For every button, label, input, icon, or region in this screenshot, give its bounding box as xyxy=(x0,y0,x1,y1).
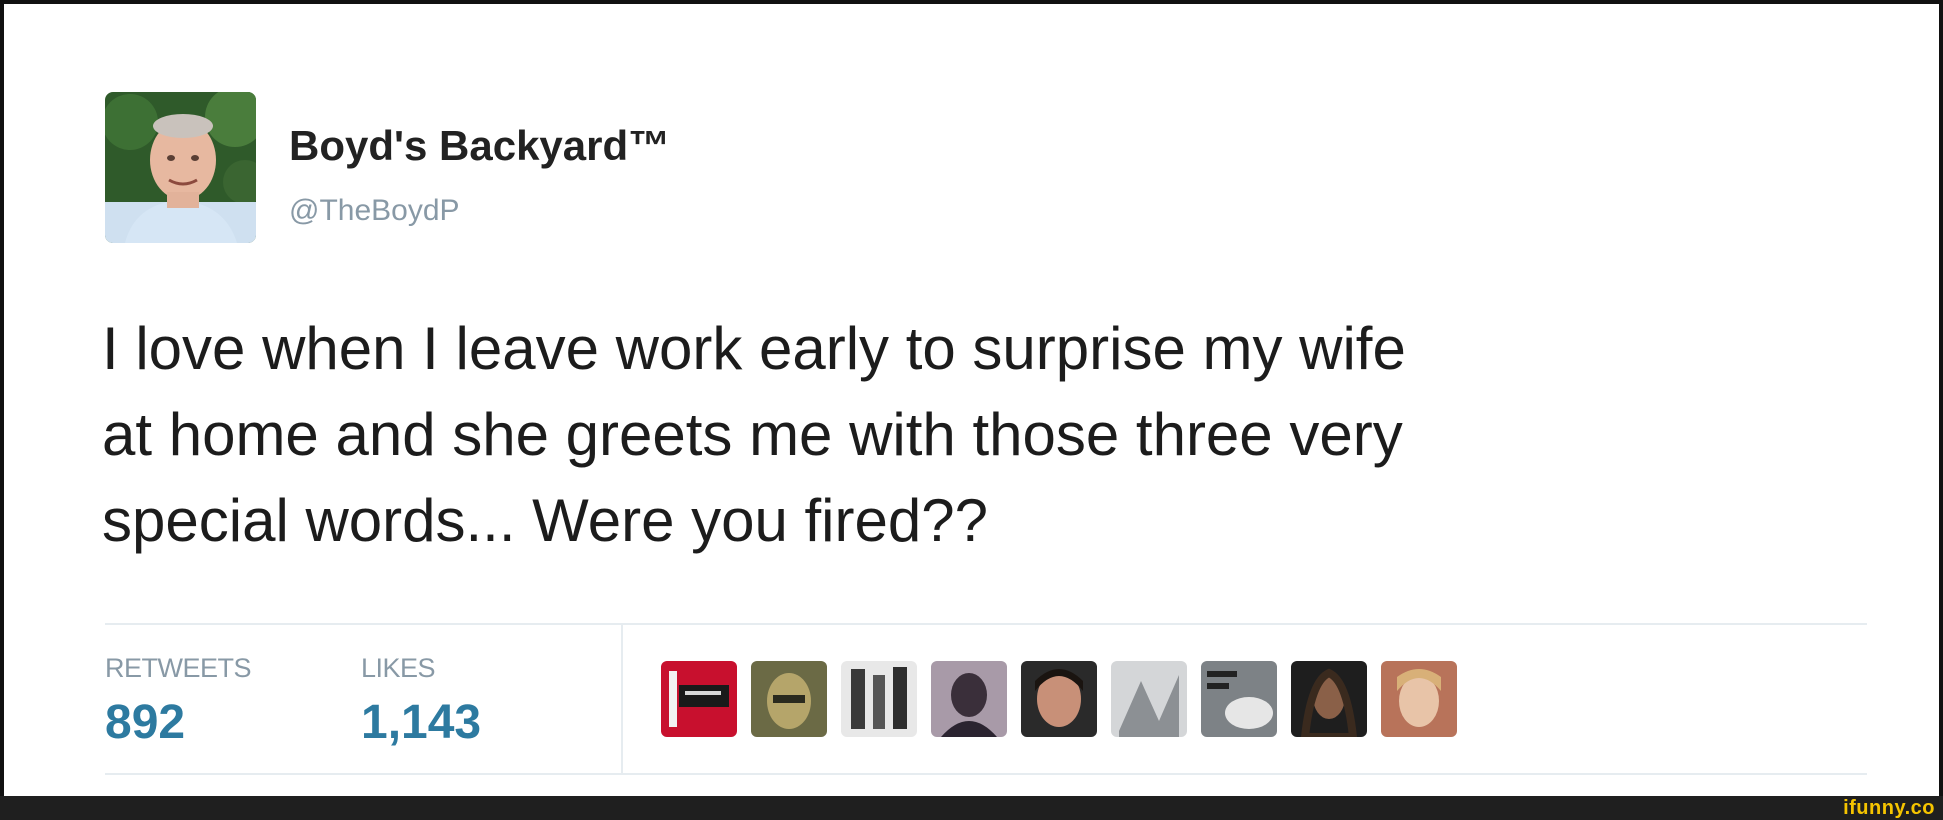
avatar-photo-icon xyxy=(105,92,256,243)
stats-divider-top xyxy=(105,623,1867,625)
liker-photo-icon xyxy=(1111,661,1187,737)
stats-vertical-divider xyxy=(621,625,623,773)
profile-avatar[interactable] xyxy=(105,92,256,243)
liker-avatar-7[interactable] xyxy=(1201,661,1277,737)
tweet-text-line: at home and she greets me with those thr… xyxy=(102,401,1403,468)
likers-list xyxy=(661,661,1457,737)
liker-photo-icon xyxy=(1201,661,1277,737)
liker-photo-icon xyxy=(751,661,827,737)
likes-count[interactable]: 1,143 xyxy=(361,695,481,750)
liker-avatar-5[interactable] xyxy=(1021,661,1097,737)
liker-avatar-6[interactable] xyxy=(1111,661,1187,737)
liker-photo-icon xyxy=(841,661,917,737)
tweet-card: Boyd's Backyard™ @TheBoydP I love when I… xyxy=(0,0,1943,796)
liker-photo-icon xyxy=(661,661,737,737)
liker-avatar-1[interactable] xyxy=(661,661,737,737)
tweet-text-line: special words... Were you fired?? xyxy=(102,487,988,554)
retweets-label: RETWEETS xyxy=(105,653,252,683)
tweet-text: I love when I leave work early to surpri… xyxy=(102,306,1882,564)
user-handle[interactable]: @TheBoydP xyxy=(289,194,460,228)
watermark-logo: ifunny.co xyxy=(1843,797,1935,819)
retweets-count[interactable]: 892 xyxy=(105,695,185,750)
tweet-text-line: I love when I leave work early to surpri… xyxy=(102,315,1406,382)
stats-divider-bottom xyxy=(105,773,1867,775)
liker-photo-icon xyxy=(1291,661,1367,737)
liker-avatar-3[interactable] xyxy=(841,661,917,737)
liker-photo-icon xyxy=(1021,661,1097,737)
liker-avatar-8[interactable] xyxy=(1291,661,1367,737)
liker-avatar-2[interactable] xyxy=(751,661,827,737)
liker-photo-icon xyxy=(931,661,1007,737)
display-name[interactable]: Boyd's Backyard™ xyxy=(289,122,670,170)
liker-avatar-9[interactable] xyxy=(1381,661,1457,737)
watermark-bar: ifunny.co xyxy=(0,796,1943,820)
liker-photo-icon xyxy=(1381,661,1457,737)
liker-avatar-4[interactable] xyxy=(931,661,1007,737)
likes-label: LIKES xyxy=(361,653,436,683)
